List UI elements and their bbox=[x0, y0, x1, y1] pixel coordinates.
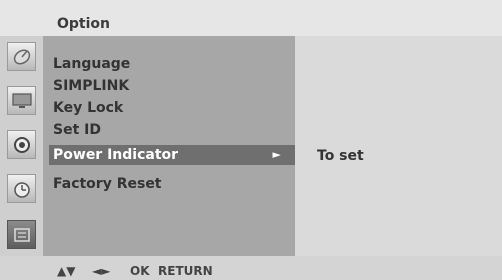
option-box-icon[interactable] bbox=[7, 220, 36, 249]
up-down-arrows-icon: ▲▼ bbox=[57, 264, 76, 278]
title-bar: Option bbox=[0, 0, 502, 36]
tv-screen-icon[interactable] bbox=[7, 86, 36, 115]
satellite-dish-icon[interactable] bbox=[7, 42, 36, 71]
arrow-right-icon: ► bbox=[272, 148, 281, 161]
menu-item-simplink[interactable]: SIMPLINK bbox=[53, 76, 129, 96]
return-hint: RETURN bbox=[158, 264, 213, 278]
menu-item-language[interactable]: Language bbox=[53, 54, 130, 74]
menu-item-set-id[interactable]: Set ID bbox=[53, 120, 101, 140]
submenu-option-to-set[interactable]: To set bbox=[317, 148, 364, 164]
menu-title: Option bbox=[57, 16, 110, 32]
ok-hint: OK bbox=[130, 264, 150, 278]
submenu-panel: To set bbox=[295, 36, 502, 256]
speaker-icon[interactable] bbox=[7, 130, 36, 159]
menu-item-power-indicator[interactable]: Power Indicator ► bbox=[49, 145, 295, 165]
option-menu-list: Language SIMPLINK Key Lock Set ID Power … bbox=[43, 36, 295, 256]
menu-item-key-lock[interactable]: Key Lock bbox=[53, 98, 123, 118]
category-sidebar bbox=[0, 36, 43, 256]
menu-item-label: Power Indicator bbox=[53, 147, 179, 163]
clock-icon[interactable] bbox=[7, 174, 36, 203]
menu-item-factory-reset[interactable]: Factory Reset bbox=[53, 174, 162, 194]
left-right-arrows-icon: ◄► bbox=[92, 264, 111, 278]
navigation-hint-bar: ▲▼ ◄► OK RETURN bbox=[0, 256, 502, 280]
